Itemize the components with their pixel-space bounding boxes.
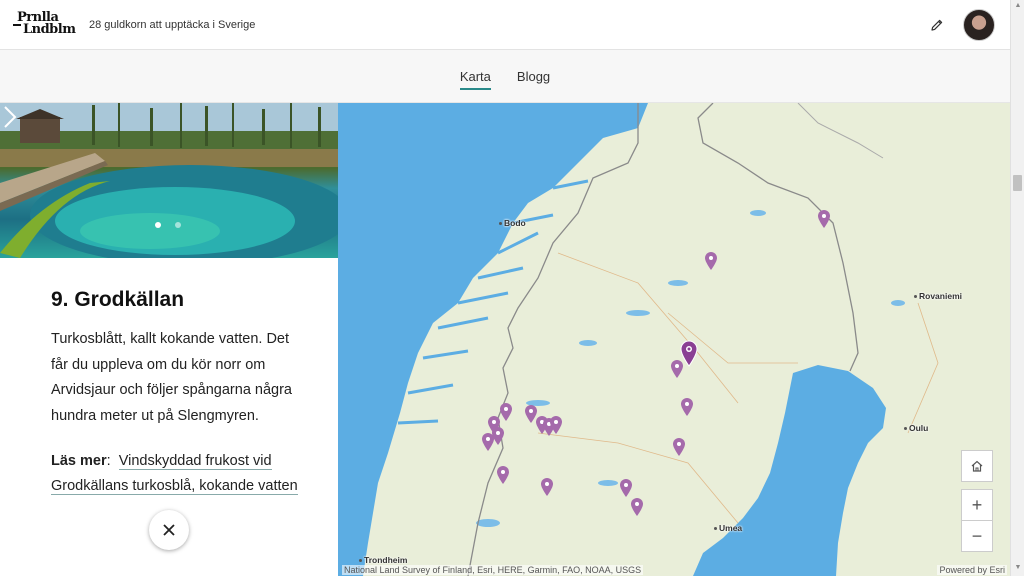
close-button[interactable] — [149, 510, 189, 550]
carousel-dot-2[interactable] — [175, 222, 181, 228]
zoom-out-button[interactable]: − — [961, 520, 993, 552]
tab-blogg[interactable]: Blogg — [517, 63, 550, 90]
close-icon — [163, 524, 175, 536]
scroll-down-icon[interactable]: ▼ — [1014, 564, 1022, 574]
map-marker[interactable] — [496, 465, 510, 485]
top-bar: Prnlla Lndblm 28 guldkorn att upptäcka i… — [0, 0, 1010, 50]
read-more-label: Läs mer — [51, 453, 107, 469]
city-rovaniemi: Rovaniemi — [914, 291, 962, 301]
place-description: Turkosblått, kallt kokande vatten. Det f… — [51, 331, 292, 424]
place-heading: 9. Grodkällan — [51, 288, 185, 311]
carousel-dot-1[interactable] — [155, 222, 161, 228]
map-marker[interactable] — [549, 415, 563, 435]
map-marker[interactable] — [540, 477, 554, 497]
city-trondheim: Trondheim — [359, 555, 407, 565]
story-title: 28 guldkorn att upptäcka i Sverige — [89, 18, 256, 31]
city-bodo: Bodo — [499, 218, 526, 228]
map-attribution: National Land Survey of Finland, Esri, H… — [342, 565, 644, 575]
powered-by-esri[interactable]: Powered by Esri — [937, 565, 1007, 575]
map-marker[interactable] — [670, 359, 684, 379]
map-marker[interactable] — [499, 402, 513, 422]
home-icon — [971, 460, 983, 472]
story-content: 9. Grodkällan Turkosblått, kallt kokande… — [51, 288, 301, 499]
nav-bar: Karta Blogg — [0, 50, 1010, 103]
story-photo-carousel[interactable] — [0, 103, 338, 258]
zoom-in-button[interactable]: + — [961, 489, 993, 521]
edit-button[interactable] — [925, 13, 949, 37]
header-actions — [925, 8, 1010, 41]
city-oulu: Oulu — [904, 423, 928, 433]
map-marker[interactable] — [817, 209, 831, 229]
read-more: Läs mer: Vindskyddad frukost vid Grodkäl… — [51, 449, 301, 499]
tab-karta[interactable]: Karta — [459, 63, 491, 90]
spring-photo — [0, 103, 338, 258]
basemap — [338, 103, 939, 576]
pencil-icon — [931, 19, 943, 31]
page-scrollbar[interactable]: ▲ ▼ — [1010, 0, 1024, 576]
scroll-up-icon[interactable]: ▲ — [1014, 2, 1022, 12]
scrollbar-thumb[interactable] — [1013, 175, 1022, 191]
story-panel: 9. Grodkällan Turkosblått, kallt kokande… — [0, 103, 338, 576]
map-marker[interactable] — [680, 397, 694, 417]
logo-rule — [13, 23, 21, 26]
map-marker[interactable] — [672, 437, 686, 457]
site-logo[interactable]: Prnlla Lndblm — [13, 10, 76, 40]
map-marker[interactable] — [481, 432, 495, 452]
user-avatar[interactable] — [963, 8, 995, 41]
logo-line-2: Lndblm — [23, 21, 76, 37]
carousel-dots — [155, 222, 195, 228]
map-marker[interactable] — [704, 251, 718, 271]
chevron-right-icon[interactable] — [0, 103, 20, 131]
map-marker[interactable] — [619, 478, 633, 498]
read-more-colon: : — [106, 453, 111, 469]
map-marker[interactable] — [630, 497, 644, 517]
map-view[interactable]: Bodo Rovaniemi Oulu Umea Trondheim + − N… — [338, 103, 1010, 576]
home-button[interactable] — [961, 450, 993, 482]
city-umea: Umea — [714, 523, 742, 533]
